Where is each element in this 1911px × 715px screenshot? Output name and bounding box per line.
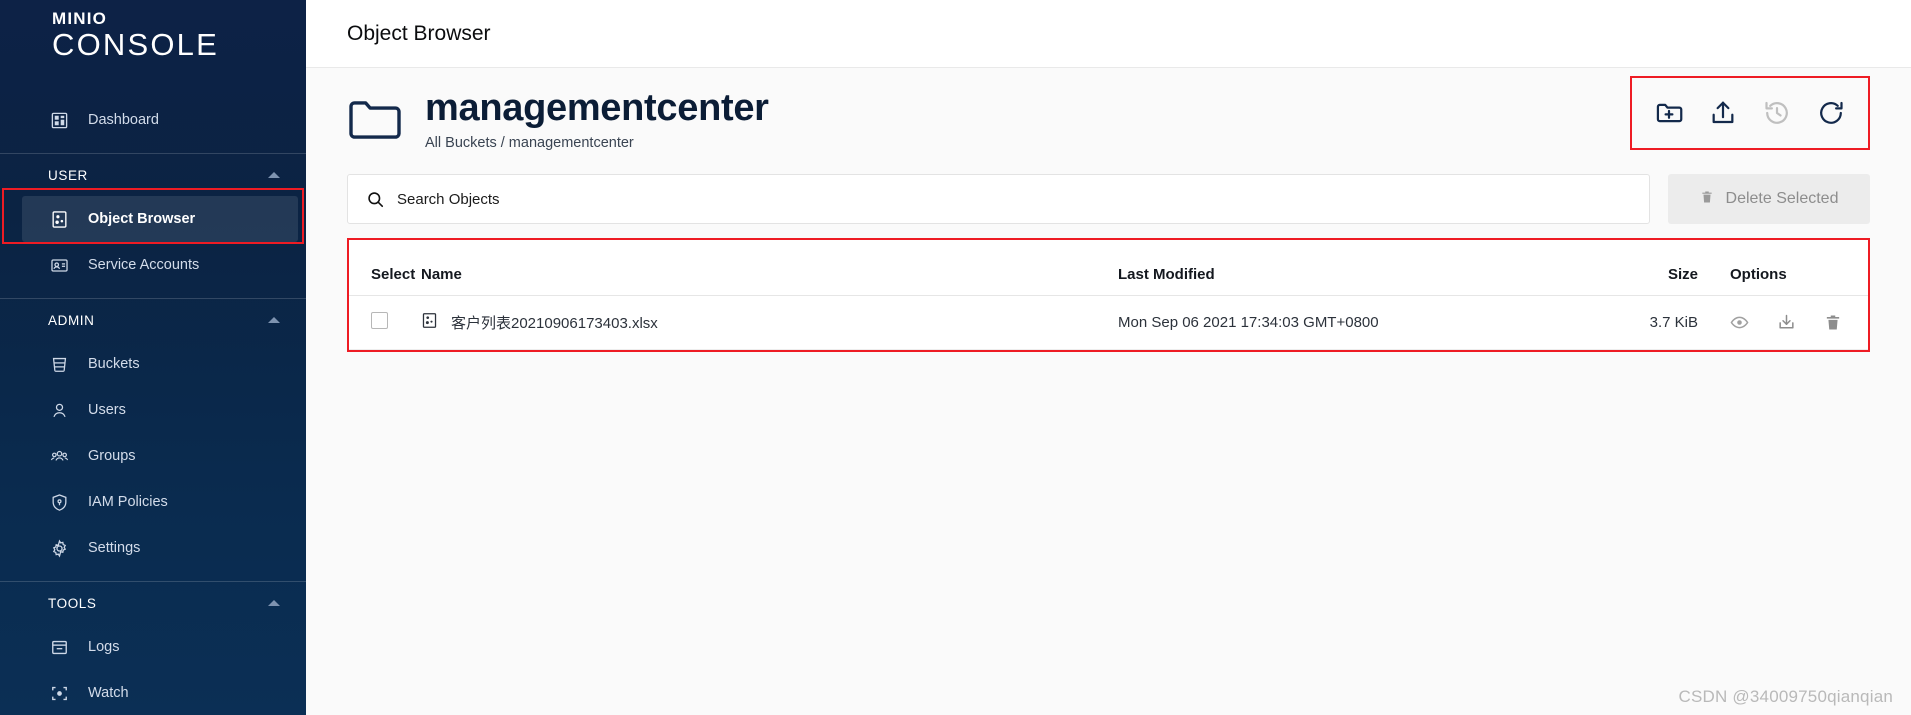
- bucket-icon: [48, 353, 70, 375]
- sidebar-item-settings[interactable]: Settings: [22, 525, 298, 571]
- upload-button[interactable]: [1696, 86, 1750, 140]
- objects-table-container: Select Name Last Modified Size Options 客…: [347, 238, 1870, 352]
- column-header-name: Name: [421, 240, 1118, 296]
- row-size-cell: 3.7 KiB: [1548, 295, 1698, 350]
- delete-selected-label: Delete Selected: [1725, 190, 1839, 207]
- bucket-name: managementcenter: [425, 86, 769, 129]
- sidebar-item-label: Dashboard: [88, 112, 159, 129]
- gear-icon: [48, 537, 70, 559]
- dashboard-icon: [48, 109, 70, 131]
- chevron-up-icon: [268, 317, 280, 324]
- user-icon: [48, 399, 70, 421]
- shield-icon: [48, 491, 70, 513]
- sidebar-item-label: IAM Policies: [88, 494, 168, 511]
- sidebar: MINIO CONSOLE Dashboard USER Object Brow…: [0, 0, 306, 715]
- preview-icon[interactable]: [1730, 313, 1749, 332]
- table-header: Select Name Last Modified Size Options: [349, 240, 1868, 296]
- file-name-wrapper: 客户列表20210906173403.xlsx: [421, 312, 1118, 333]
- sidebar-section-admin[interactable]: ADMIN: [0, 299, 306, 341]
- table-body: 客户列表20210906173403.xlsx Mon Sep 06 2021 …: [349, 295, 1868, 350]
- service-accounts-icon: [48, 254, 70, 276]
- row-action-buttons: [1730, 313, 1868, 332]
- search-input[interactable]: [397, 190, 1631, 208]
- sidebar-item-label: Buckets: [88, 356, 140, 373]
- minio-console-app: MINIO CONSOLE Dashboard USER Object Brow…: [0, 0, 1911, 715]
- search-objects-container[interactable]: [347, 174, 1650, 224]
- file-name-text: 客户列表20210906173403.xlsx: [451, 315, 658, 332]
- logo: MINIO CONSOLE: [0, 0, 306, 61]
- watch-icon: [48, 682, 70, 704]
- chevron-up-icon: [268, 600, 280, 607]
- sidebar-item-dashboard[interactable]: Dashboard: [22, 97, 298, 143]
- sidebar-item-label: Logs: [88, 639, 120, 656]
- row-name-cell: 客户列表20210906173403.xlsx: [421, 295, 1118, 350]
- table-row[interactable]: 客户列表20210906173403.xlsx Mon Sep 06 2021 …: [349, 295, 1868, 350]
- top-bar: Object Browser: [306, 0, 1911, 68]
- sidebar-section-label: ADMIN: [48, 312, 95, 328]
- sidebar-item-buckets[interactable]: Buckets: [22, 341, 298, 387]
- sidebar-item-users[interactable]: Users: [22, 387, 298, 433]
- sidebar-item-watch[interactable]: Watch: [22, 670, 298, 715]
- sidebar-item-label: Object Browser: [88, 211, 196, 228]
- folder-icon: [347, 94, 403, 147]
- sidebar-section-tools[interactable]: TOOLS: [0, 582, 306, 624]
- sidebar-item-service-accounts[interactable]: Service Accounts: [22, 242, 298, 288]
- sidebar-item-label: Groups: [88, 448, 136, 465]
- bucket-titles: managementcenter All Buckets / managemen…: [425, 86, 769, 152]
- column-header-select: Select: [349, 240, 421, 296]
- sidebar-item-label: Service Accounts: [88, 257, 200, 274]
- sidebar-item-object-browser[interactable]: Object Browser: [22, 196, 298, 243]
- search-toolbar: Delete Selected: [347, 174, 1870, 224]
- version-history-button[interactable]: [1750, 86, 1804, 140]
- row-last-modified-cell: Mon Sep 06 2021 17:34:03 GMT+0800: [1118, 295, 1548, 350]
- watermark-text: CSDN @34009750qianqian: [1678, 687, 1893, 706]
- object-browser-icon: [48, 208, 70, 230]
- sidebar-item-logs[interactable]: Logs: [22, 624, 298, 670]
- search-icon: [366, 190, 385, 209]
- trash-icon: [1700, 189, 1714, 210]
- row-select-cell: [349, 295, 421, 350]
- objects-table: Select Name Last Modified Size Options 客…: [349, 240, 1868, 350]
- sidebar-item-groups[interactable]: Groups: [22, 433, 298, 479]
- main-content: Object Browser managementcenter All Buck…: [306, 0, 1911, 715]
- logs-icon: [48, 636, 70, 658]
- content-area: managementcenter All Buckets / managemen…: [306, 68, 1911, 715]
- bucket-header: managementcenter All Buckets / managemen…: [347, 68, 1870, 172]
- chevron-up-icon: [268, 172, 280, 179]
- sidebar-item-label: Users: [88, 402, 126, 419]
- download-icon[interactable]: [1777, 313, 1796, 332]
- sidebar-section-user[interactable]: USER: [0, 154, 306, 196]
- column-header-last-modified: Last Modified: [1118, 240, 1548, 296]
- table-header-row: Select Name Last Modified Size Options: [349, 240, 1868, 296]
- breadcrumb: All Buckets / managementcenter: [425, 135, 634, 152]
- logo-console-text: CONSOLE: [52, 26, 219, 62]
- row-options-cell: [1698, 295, 1868, 350]
- delete-icon[interactable]: [1824, 313, 1842, 332]
- sidebar-item-label: Watch: [88, 685, 129, 702]
- page-title: Object Browser: [347, 21, 491, 45]
- sidebar-section-label: USER: [48, 167, 88, 183]
- row-checkbox[interactable]: [371, 312, 388, 329]
- column-header-size: Size: [1548, 240, 1698, 296]
- delete-selected-button[interactable]: Delete Selected: [1668, 174, 1870, 224]
- spreadsheet-file-icon: [421, 312, 438, 333]
- header-actions-toolbar: [1630, 76, 1870, 150]
- sidebar-item-label: Settings: [88, 540, 141, 557]
- groups-icon: [48, 445, 70, 467]
- create-folder-button[interactable]: [1642, 86, 1696, 140]
- refresh-button[interactable]: [1804, 86, 1858, 140]
- sidebar-item-iam-policies[interactable]: IAM Policies: [22, 479, 298, 525]
- sidebar-section-label: TOOLS: [48, 595, 97, 611]
- column-header-options: Options: [1698, 240, 1868, 296]
- logo-minio-text: MINIO: [52, 9, 108, 28]
